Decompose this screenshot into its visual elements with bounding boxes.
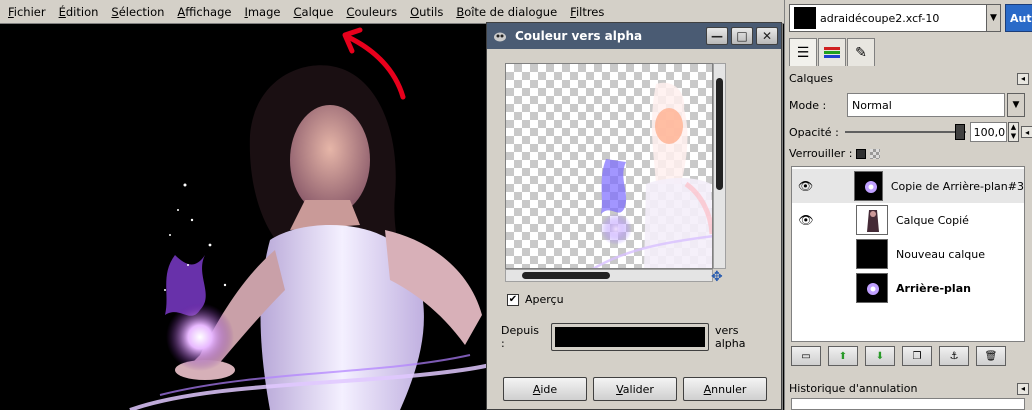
layer-name[interactable]: Copie de Arrière-plan#3: [891, 180, 1024, 193]
layers-dock: adraidécoupe2.xcf-10 ▼ Auto ☰ ✎ Calques …: [784, 0, 1032, 410]
layer-name[interactable]: Calque Copié: [896, 214, 969, 227]
opacity-row: Opacité : 100,0 ▲ ▼ ◂: [789, 122, 1032, 142]
maximize-button[interactable]: □: [731, 27, 753, 45]
opacity-knob[interactable]: [955, 124, 966, 140]
opacity-value[interactable]: 100,0: [969, 122, 1007, 142]
layer-row[interactable]: 👁 Calque Copié: [792, 203, 1024, 237]
history-list[interactable]: [791, 398, 1025, 410]
layer-name[interactable]: Nouveau calque: [896, 248, 985, 261]
cancel-button[interactable]: Annuler: [683, 377, 767, 401]
chevron-down-icon[interactable]: ▼: [1007, 93, 1025, 117]
vertical-scroll-thumb[interactable]: [716, 78, 723, 190]
layer-row[interactable]: 👁 Copie de Arrière-plan#3: [792, 169, 1024, 203]
gimp-icon: [494, 32, 506, 42]
mode-row: Mode : Normal ▼: [789, 93, 1032, 117]
layer-thumbnail: [856, 273, 888, 303]
layer-thumbnail: [856, 205, 888, 235]
menu-filtres[interactable]: Filtres: [570, 5, 604, 19]
preview-checkbox[interactable]: ✔: [507, 293, 519, 306]
from-label: Depuis :: [501, 324, 539, 350]
menu-edition[interactable]: Édition: [59, 5, 99, 19]
mode-select[interactable]: Normal: [847, 93, 1005, 117]
delete-layer-icon[interactable]: 🗑: [976, 346, 1006, 366]
new-layer-icon[interactable]: ▭: [791, 346, 821, 366]
layers-header: Calques ◂: [789, 72, 1029, 85]
eye-icon[interactable]: 👁: [798, 213, 814, 227]
lock-alpha-icon[interactable]: [870, 148, 881, 159]
dialog-titlebar[interactable]: Couleur vers alpha — □ ✕: [487, 23, 781, 49]
history-header: Historique d'annulation ◂: [789, 382, 1029, 395]
layer-buttons: ▭ ⬆ ⬇ ❐ ⚓ 🗑: [791, 346, 1025, 368]
raise-layer-icon[interactable]: ⬆: [828, 346, 858, 366]
anchor-layer-icon[interactable]: ⚓: [939, 346, 969, 366]
layer-thumbnail: [856, 239, 888, 269]
color-to-alpha-dialog: Couleur vers alpha — □ ✕ ✥ ✔ Aperçu Depu…: [486, 22, 782, 410]
tab-menu-icon[interactable]: ◂: [1017, 382, 1029, 395]
lock-pixels-icon[interactable]: [856, 148, 867, 159]
tab-paths-icon[interactable]: ✎: [847, 38, 875, 66]
lower-layer-icon[interactable]: ⬇: [865, 346, 895, 366]
tab-channels-icon[interactable]: [818, 38, 846, 66]
preview-area[interactable]: [505, 63, 713, 269]
auto-button[interactable]: Auto: [1005, 4, 1032, 32]
menu-boite-de-dialogue[interactable]: Boîte de dialogue: [456, 5, 557, 19]
from-color-swatch: [555, 327, 705, 347]
minimize-button[interactable]: —: [706, 27, 728, 45]
preview-vertical-scrollbar[interactable]: [713, 63, 726, 269]
menu-affichage[interactable]: Affichage: [177, 5, 231, 19]
opacity-track: [845, 131, 966, 133]
layer-name[interactable]: Arrière-plan: [896, 282, 971, 295]
menu-selection[interactable]: Sélection: [111, 5, 164, 19]
ok-button[interactable]: Valider: [593, 377, 677, 401]
horizontal-scroll-thumb[interactable]: [522, 272, 610, 279]
eye-icon[interactable]: 👁: [798, 179, 813, 193]
history-title: Historique d'annulation: [789, 382, 918, 395]
preview-toggle[interactable]: ✔ Aperçu: [507, 293, 564, 306]
to-alpha-label: vers alpha: [714, 324, 746, 350]
channels-icon: [824, 46, 840, 58]
preview-horizontal-scrollbar[interactable]: [505, 269, 713, 282]
from-color-button[interactable]: [551, 323, 709, 351]
tab-menu-icon[interactable]: ◂: [1021, 126, 1032, 138]
opacity-slider[interactable]: [845, 124, 966, 140]
menu-image[interactable]: Image: [244, 5, 280, 19]
menu-calque[interactable]: Calque: [293, 5, 333, 19]
chevron-down-icon[interactable]: ▼: [986, 5, 1000, 31]
close-button[interactable]: ✕: [756, 27, 778, 45]
layer-row[interactable]: Arrière-plan: [792, 271, 1024, 305]
menu-outils[interactable]: Outils: [410, 5, 443, 19]
lock-label: Verrouiller :: [789, 147, 853, 160]
image-name: adraidécoupe2.xcf-10: [820, 11, 940, 25]
image-thumbnail: [794, 7, 816, 29]
preview-label: Aperçu: [525, 293, 564, 306]
menubar: Fichier Édition Sélection Affichage Imag…: [0, 0, 784, 24]
opacity-spin-icon[interactable]: ▲ ▼: [1007, 122, 1020, 142]
dialog-title: Couleur vers alpha: [515, 29, 643, 43]
opacity-label: Opacité :: [789, 125, 839, 139]
duplicate-layer-icon[interactable]: ❐: [902, 346, 932, 366]
layer-thumbnail: [853, 171, 883, 201]
image-selector[interactable]: adraidécoupe2.xcf-10 ▼: [789, 4, 1001, 32]
tab-menu-icon[interactable]: ◂: [1017, 72, 1029, 85]
layers-title: Calques: [789, 72, 833, 85]
dock-tabs: ☰ ✎: [789, 38, 876, 66]
from-color-row: Depuis : vers alpha: [501, 323, 771, 351]
tab-layers-icon[interactable]: ☰: [789, 38, 817, 66]
layer-list[interactable]: 👁 Copie de Arrière-plan#3 👁 Calque Copié…: [791, 166, 1025, 342]
mode-label: Mode :: [789, 98, 827, 112]
preview-image: [592, 82, 712, 268]
navigate-icon[interactable]: ✥: [711, 269, 723, 285]
lock-row: Verrouiller :: [789, 147, 881, 160]
menu-fichier[interactable]: Fichier: [8, 5, 46, 19]
help-button[interactable]: Aide: [503, 377, 587, 401]
menu-couleurs[interactable]: Couleurs: [346, 5, 397, 19]
layer-row[interactable]: Nouveau calque: [792, 237, 1024, 271]
